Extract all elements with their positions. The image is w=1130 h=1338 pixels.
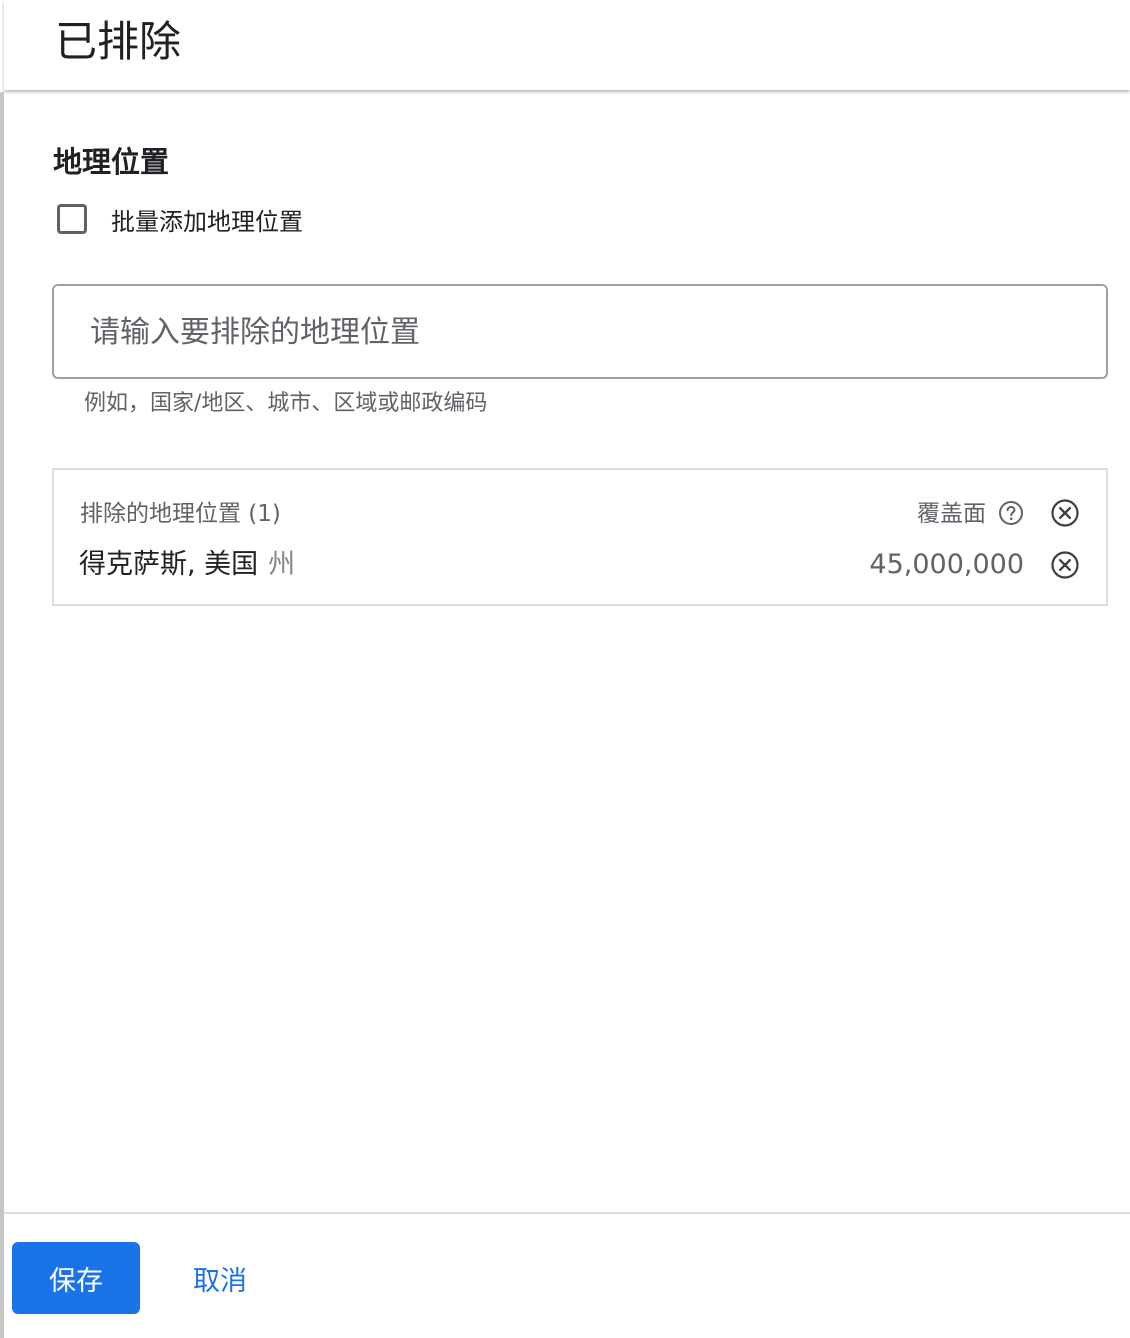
bulk-add-option[interactable]: 批量添加地理位置 (57, 200, 303, 238)
location-name: 得克萨斯, 美国州 (79, 546, 295, 584)
help-circle-icon[interactable] (998, 500, 1024, 526)
excluded-locations-panel: 已排除 地理位置 批量添加地理位置 例如，国家/地区、城市、区域或邮政编码 排除… (0, 0, 1130, 1338)
save-button[interactable]: 保存 (12, 1242, 140, 1314)
remove-location-close-circle-icon[interactable] (1050, 550, 1080, 580)
page-title: 已排除 (55, 17, 182, 66)
bulk-add-checkbox[interactable] (57, 204, 87, 234)
location-search-input[interactable] (88, 286, 1072, 379)
location-name-text: 得克萨斯, 美国 (79, 549, 259, 580)
cancel-button[interactable]: 取消 (172, 1242, 268, 1314)
coverage-column-label: 覆盖面 (917, 501, 986, 527)
location-reach: 45,000,000 (869, 549, 1024, 580)
excluded-locations-list: 排除的地理位置 (1) 覆盖面 得克萨斯, 美国州 45,000,000 (52, 468, 1108, 606)
bulk-add-label: 批量添加地理位置 (111, 207, 303, 236)
clear-all-close-circle-icon[interactable] (1050, 498, 1080, 528)
left-edge-divider (0, 92, 4, 1338)
excluded-list-header: 排除的地理位置 (1) (80, 501, 281, 527)
section-title-geo: 地理位置 (53, 145, 170, 179)
footer-divider (4, 1212, 1130, 1214)
location-type: 州 (268, 549, 296, 580)
panel-header: 已排除 (4, 0, 1130, 90)
location-search-field[interactable] (52, 284, 1108, 379)
search-hint: 例如，国家/地区、城市、区域或邮政编码 (84, 391, 488, 416)
list-item: 得克萨斯, 美国州 45,000,000 (54, 544, 1106, 588)
